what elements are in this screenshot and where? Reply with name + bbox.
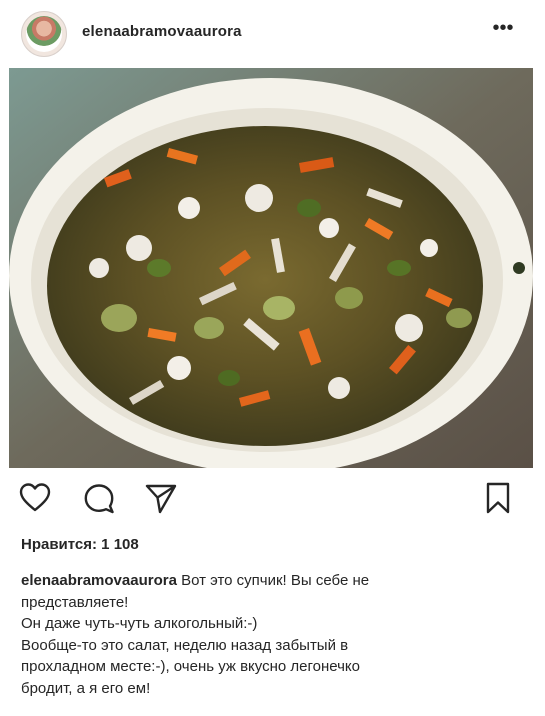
caption-username[interactable]: elenaabramovaaurora — [21, 572, 177, 589]
post-actions — [0, 474, 545, 524]
heart-icon[interactable] — [17, 480, 53, 516]
avatar-image — [26, 16, 62, 52]
caption-text: Вот это супчик! Вы себе не — [176, 572, 370, 589]
caption-line: Вообще-то это салат, неделю назад забыты… — [21, 636, 349, 654]
caption-line: прохладном месте:-), очень уж вкусно лег… — [21, 658, 361, 675]
caption-line: бродит, а я его ем! — [21, 679, 151, 697]
caption-line: представляете! — [21, 593, 129, 611]
post-photo[interactable] — [9, 68, 533, 468]
paper-plane-icon[interactable] — [143, 480, 179, 516]
soup-bowl-illustration — [9, 68, 533, 468]
post-username[interactable]: elenaabramovaaurora — [82, 23, 242, 40]
likes-count[interactable]: Нравится: 1 108 — [21, 536, 139, 553]
avatar[interactable] — [21, 11, 67, 57]
herb-leaf — [513, 262, 525, 274]
speech-bubble-icon[interactable] — [81, 480, 117, 516]
post-header: elenaabramovaaurora ••• — [0, 0, 545, 64]
caption-line: Он даже чуть-чуть алкогольный:-) — [21, 615, 258, 632]
post-caption: elenaabramovaaurora Вот это супчик! Вы с… — [21, 570, 521, 699]
caption-line: elenaabramovaaurora Вот это супчик! Вы с… — [21, 570, 521, 592]
bookmark-icon[interactable] — [480, 480, 516, 516]
more-options-button[interactable]: ••• — [486, 18, 520, 42]
